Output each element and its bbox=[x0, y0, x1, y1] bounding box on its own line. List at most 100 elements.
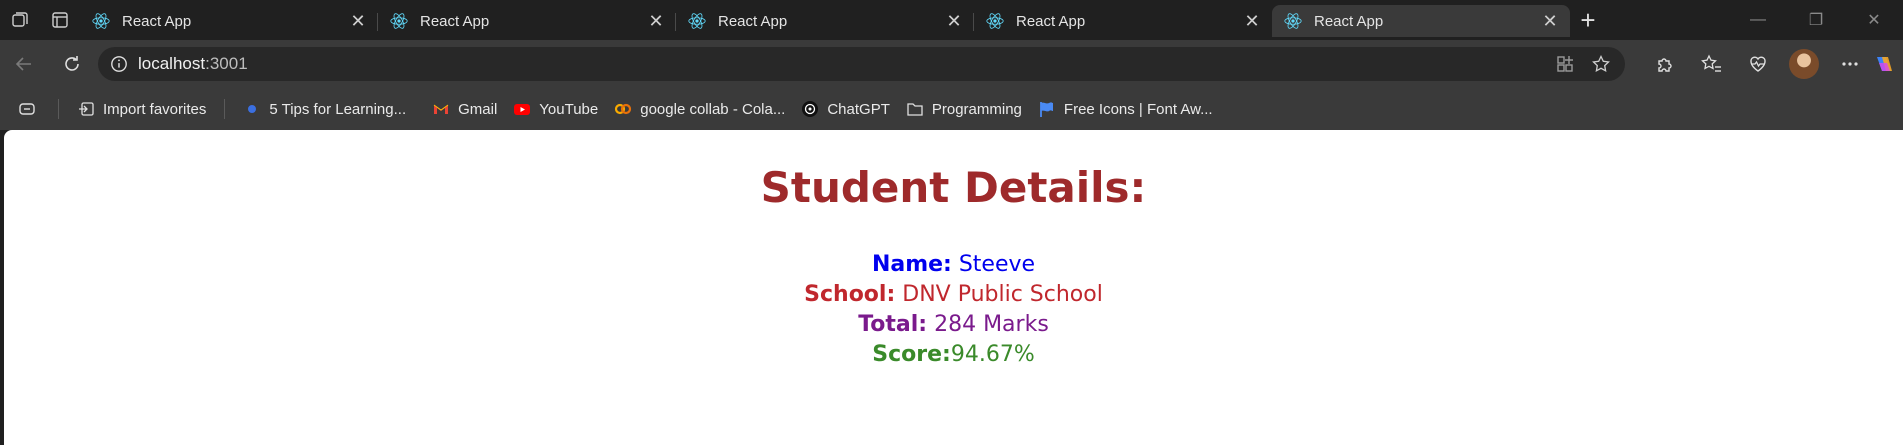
navigation-toolbar: localhost:3001 bbox=[0, 40, 1903, 88]
close-icon[interactable]: ✕ bbox=[646, 11, 666, 31]
score-value: 94.67% bbox=[950, 342, 1035, 367]
copilot-icon bbox=[1877, 57, 1892, 71]
tab-title: React App bbox=[1314, 12, 1384, 30]
app-available-button[interactable] bbox=[1547, 47, 1583, 81]
flag-icon bbox=[1040, 102, 1053, 117]
bookmark-label: YouTube bbox=[539, 100, 599, 118]
copilot-button[interactable] bbox=[1873, 44, 1903, 84]
workspaces-button[interactable] bbox=[0, 0, 40, 40]
url-port: :3001 bbox=[205, 54, 248, 73]
tab-title: React App bbox=[420, 12, 490, 30]
school-value: DNV Public School bbox=[902, 282, 1103, 307]
browser-tab[interactable]: React App ✕ bbox=[974, 5, 1272, 37]
refresh-button[interactable] bbox=[52, 44, 92, 84]
name-row: Name: Steeve bbox=[4, 250, 1903, 280]
close-icon[interactable]: ✕ bbox=[348, 11, 368, 31]
bookmark-tips[interactable]: 5 Tips for Learning... bbox=[235, 93, 414, 125]
close-icon[interactable]: ✕ bbox=[944, 11, 964, 31]
favorites-list-icon bbox=[1701, 54, 1721, 72]
bookmark-youtube[interactable]: YouTube bbox=[505, 93, 606, 125]
blue-dot-icon bbox=[248, 105, 257, 113]
browser-tab[interactable]: React App ✕ bbox=[378, 5, 676, 37]
apps-icon bbox=[1557, 56, 1573, 72]
tab-title: React App bbox=[718, 12, 788, 30]
school-row: School: DNV Public School bbox=[4, 280, 1903, 310]
gmail-icon bbox=[433, 104, 449, 114]
bookmark-label: google collab - Cola... bbox=[640, 100, 786, 118]
reading-mode-button[interactable] bbox=[14, 93, 48, 125]
bookmark-label: ChatGPT bbox=[827, 100, 890, 118]
bookmarks-separator bbox=[58, 99, 59, 119]
bookmark-programming-folder[interactable]: Programming bbox=[898, 93, 1030, 125]
bookmark-label: Programming bbox=[931, 100, 1022, 118]
react-icon bbox=[688, 13, 706, 29]
new-tab-button[interactable]: + bbox=[1570, 2, 1606, 38]
heart-pulse-icon bbox=[1750, 56, 1766, 72]
window-controls: — ❐ ✕ bbox=[1729, 0, 1903, 40]
tab-title: React App bbox=[122, 12, 192, 30]
close-icon[interactable]: ✕ bbox=[1540, 11, 1560, 31]
minimize-button[interactable]: — bbox=[1729, 0, 1787, 40]
name-value: Steeve bbox=[958, 252, 1036, 277]
chatgpt-icon bbox=[802, 101, 819, 117]
more-icon bbox=[1842, 62, 1858, 66]
browser-essentials-button[interactable] bbox=[1735, 44, 1781, 84]
window-close-button[interactable]: ✕ bbox=[1845, 0, 1903, 40]
site-info-icon[interactable] bbox=[110, 55, 128, 73]
total-value: 284 Marks bbox=[934, 312, 1049, 337]
tab-title: React App bbox=[1016, 12, 1086, 30]
back-button[interactable] bbox=[4, 44, 44, 84]
browser-tab[interactable]: React App ✕ bbox=[676, 5, 974, 37]
extensions-button[interactable] bbox=[1643, 44, 1689, 84]
avatar bbox=[1789, 49, 1819, 79]
score-row: Score:94.67% bbox=[4, 340, 1903, 370]
favorites-bar: Import favorites 5 Tips for Learning... … bbox=[0, 88, 1903, 130]
bookmark-import-favorites[interactable]: Import favorites bbox=[69, 93, 214, 125]
close-icon[interactable]: ✕ bbox=[1242, 11, 1262, 31]
address-bar[interactable]: localhost:3001 bbox=[98, 47, 1625, 81]
tab-strip: React App ✕ React App ✕ React App ✕ Reac… bbox=[0, 0, 1903, 40]
score-label: Score: bbox=[872, 342, 951, 367]
colab-icon bbox=[615, 103, 632, 115]
folder-icon bbox=[907, 103, 923, 116]
tab-actions-button[interactable] bbox=[40, 0, 80, 40]
import-icon bbox=[79, 102, 94, 116]
bookmark-label: Gmail bbox=[458, 100, 498, 118]
react-icon bbox=[986, 13, 1004, 29]
browser-tab-active[interactable]: React App ✕ bbox=[1272, 5, 1570, 37]
profile-button[interactable] bbox=[1781, 44, 1827, 84]
star-icon bbox=[1592, 54, 1610, 73]
toolbar-right-buttons bbox=[1643, 44, 1903, 84]
settings-menu-button[interactable] bbox=[1827, 44, 1873, 84]
bookmarks-separator bbox=[224, 99, 226, 119]
student-details: Name: Steeve School: DNV Public School T… bbox=[4, 250, 1903, 370]
page-viewport: Student Details: Name: Steeve School: DN… bbox=[4, 130, 1903, 445]
workspaces-icon bbox=[12, 12, 28, 27]
bookmark-label: Free Icons | Font Aw... bbox=[1063, 100, 1213, 118]
favorites-button[interactable] bbox=[1689, 44, 1735, 84]
page-title: Student Details: bbox=[760, 163, 1147, 212]
url-host: localhost bbox=[138, 54, 206, 73]
react-icon bbox=[92, 13, 110, 29]
total-label: Total: bbox=[858, 312, 928, 337]
bookmark-gmail[interactable]: Gmail bbox=[424, 93, 505, 125]
bookmark-font-awesome[interactable]: Free Icons | Font Aw... bbox=[1030, 93, 1221, 125]
vertical-tabs-icon bbox=[52, 12, 68, 28]
total-row: Total: 284 Marks bbox=[4, 310, 1903, 340]
favorite-button[interactable] bbox=[1583, 47, 1619, 81]
name-label: Name: bbox=[871, 252, 952, 277]
back-arrow-icon bbox=[15, 57, 31, 71]
restore-button[interactable]: ❐ bbox=[1787, 0, 1845, 40]
school-label: School: bbox=[804, 282, 896, 307]
puzzle-icon bbox=[1658, 58, 1672, 72]
bookmark-chatgpt[interactable]: ChatGPT bbox=[793, 93, 898, 125]
browser-tab[interactable]: React App ✕ bbox=[80, 5, 378, 37]
bookmark-label: 5 Tips for Learning... bbox=[269, 100, 407, 118]
app-shelf-icon bbox=[19, 103, 35, 115]
url-text[interactable]: localhost:3001 bbox=[138, 54, 1547, 74]
bookmark-colab[interactable]: google collab - Cola... bbox=[606, 93, 793, 125]
react-icon bbox=[390, 13, 408, 29]
refresh-icon bbox=[65, 56, 79, 71]
youtube-icon bbox=[514, 104, 531, 115]
react-icon bbox=[1284, 13, 1302, 29]
